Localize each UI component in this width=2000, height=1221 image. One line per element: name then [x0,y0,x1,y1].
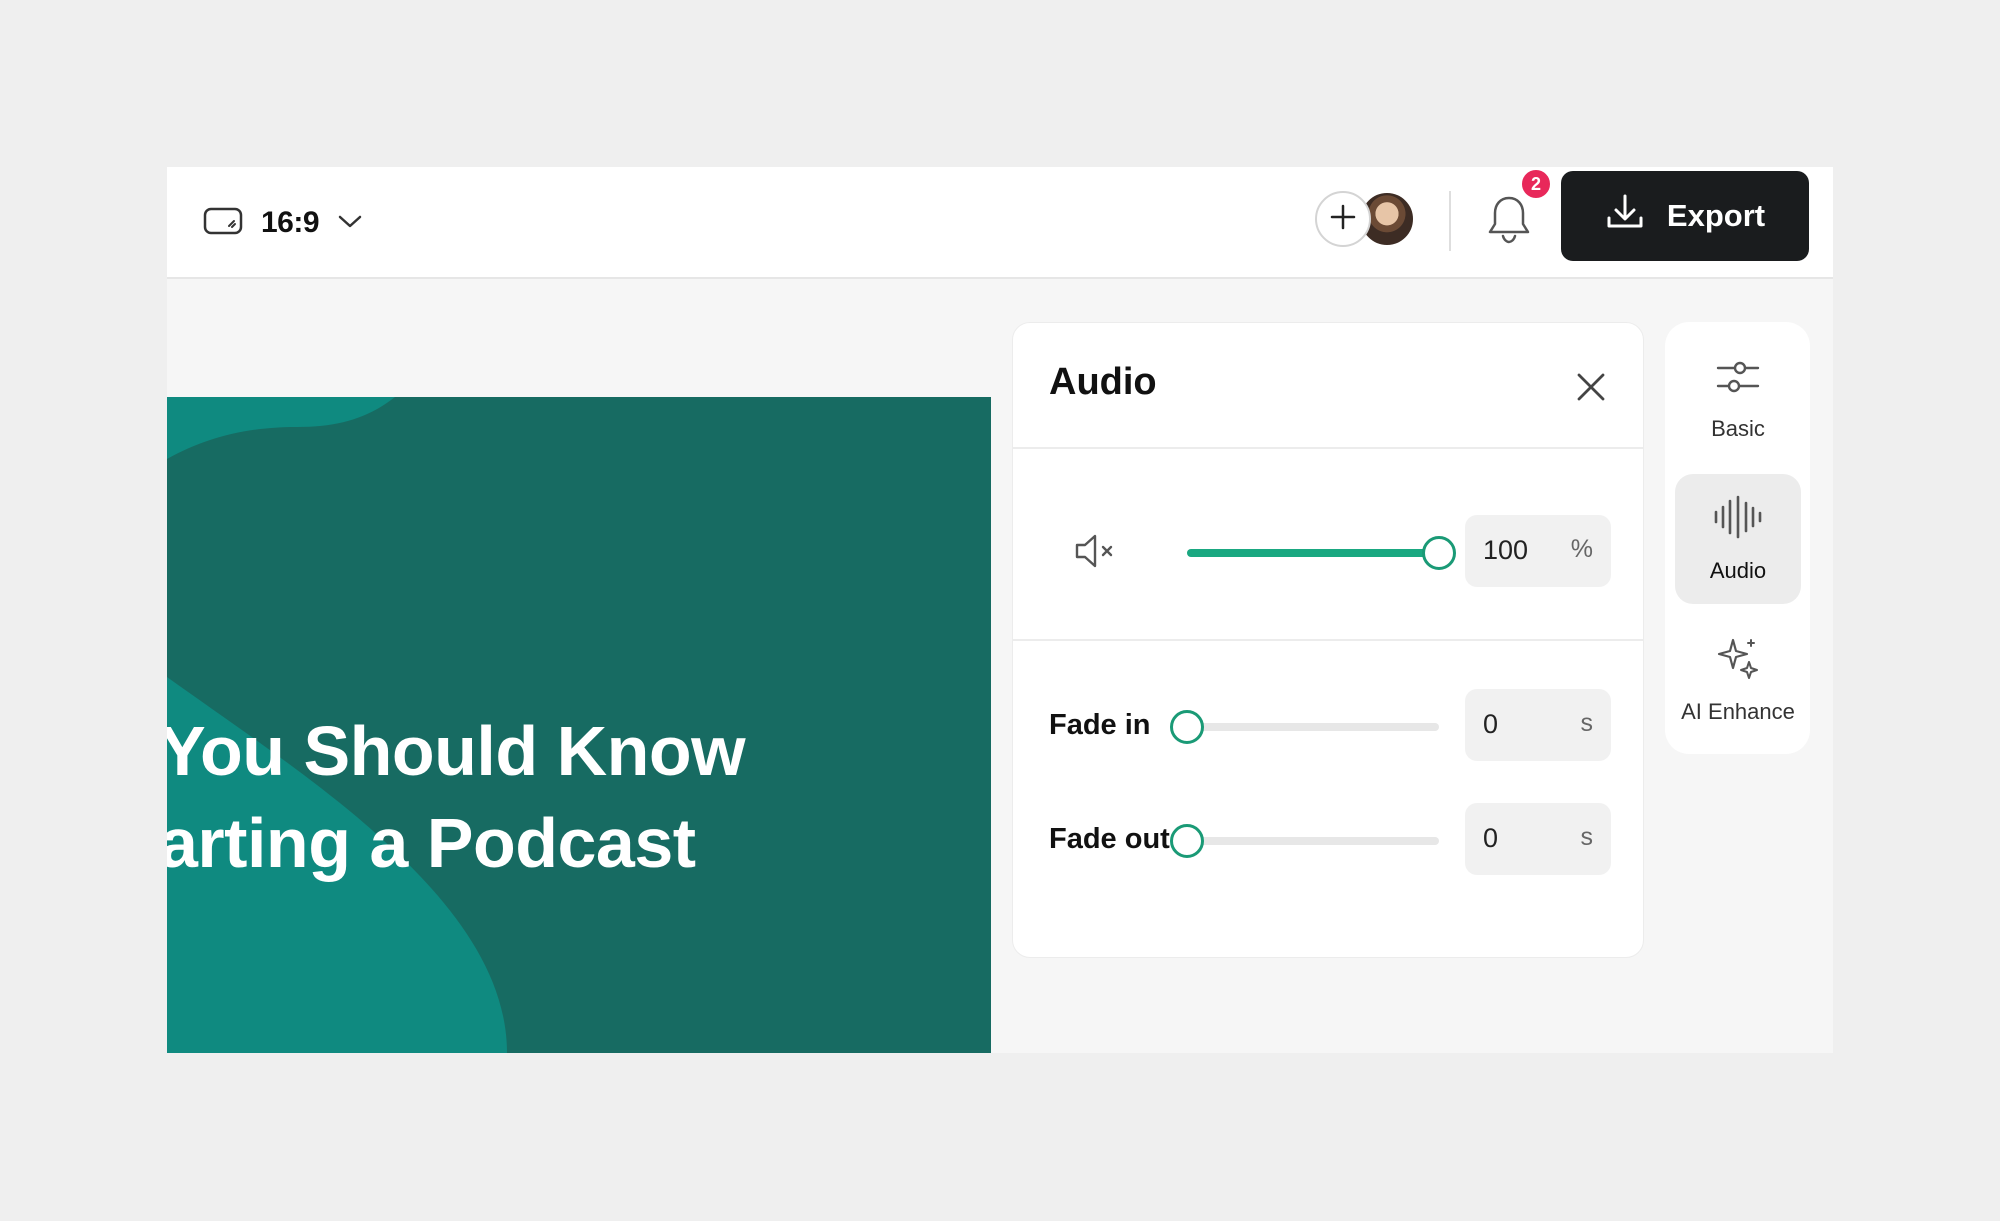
export-label: Export [1666,198,1766,233]
export-button[interactable]: Export [1561,171,1809,261]
volume-slider-thumb[interactable] [1422,536,1456,570]
headline-line-1: You Should Know [167,712,746,790]
fade-out-label: Fade out [1049,823,1170,855]
volume-slider[interactable] [1187,549,1439,557]
slide-headline: You Should Know arting a Podcast [167,705,746,889]
fade-in-input[interactable]: 0 s [1465,689,1611,761]
download-icon [1605,192,1645,240]
fade-out-slider[interactable] [1187,837,1439,845]
fade-in-value: 0 [1483,709,1499,739]
audio-panel-header: Audio [1013,323,1643,449]
close-icon [1571,373,1611,411]
rail-item-label: Basic [1711,415,1765,441]
notification-badge: 2 [1519,167,1553,201]
sliders-icon [1715,357,1761,402]
editor-window: 16:9 2 Export You Should Know arting a P… [167,167,1833,1053]
toolbar-divider [1449,191,1451,251]
close-panel-button[interactable] [1571,367,1611,407]
top-toolbar: 16:9 2 Export [167,167,1833,279]
volume-row: 100 % [1013,449,1643,641]
video-canvas-preview[interactable]: You Should Know arting a Podcast [167,397,991,1053]
headline-line-2: arting a Podcast [167,804,696,882]
rail-item-label: Audio [1709,557,1767,583]
fade-in-unit: s [1580,709,1594,737]
tools-rail: Basic Audio AI Enhance [1665,322,1810,754]
aspect-ratio-selector[interactable]: 16:9 [203,197,363,249]
audio-panel: Audio 100 % Fade in 0 s Fade out 0 s [1012,322,1644,958]
rail-item-label: AI Enhance [1681,698,1795,724]
fade-in-label: Fade in [1049,709,1151,741]
mute-button[interactable] [1073,531,1121,571]
bell-icon [1486,194,1532,249]
volume-slider-fill [1187,549,1439,557]
volume-input[interactable]: 100 % [1465,515,1611,587]
fade-out-value: 0 [1483,823,1499,853]
volume-unit: % [1570,535,1593,563]
volume-value: 100 [1483,535,1529,565]
waveform-icon [1712,495,1764,544]
rail-item-basic[interactable]: Basic [1675,334,1801,464]
plus-icon [1329,203,1357,236]
panel-title: Audio [1049,361,1157,403]
rail-item-audio[interactable]: Audio [1675,474,1801,604]
aspect-ratio-label: 16:9 [261,206,320,239]
fade-out-input[interactable]: 0 s [1465,803,1611,875]
speaker-muted-icon [1073,534,1121,575]
add-collaborator-button[interactable] [1315,191,1371,247]
sparkle-icon [1715,634,1761,685]
fade-out-unit: s [1580,823,1594,851]
fade-in-slider[interactable] [1187,723,1439,731]
fade-out-slider-thumb[interactable] [1170,824,1204,858]
collaborators [1315,191,1427,251]
screen-ratio-icon [203,207,243,240]
chevron-down-icon [337,212,363,235]
fade-in-slider-thumb[interactable] [1170,710,1204,744]
rail-item-ai-enhance[interactable]: AI Enhance [1675,614,1801,744]
